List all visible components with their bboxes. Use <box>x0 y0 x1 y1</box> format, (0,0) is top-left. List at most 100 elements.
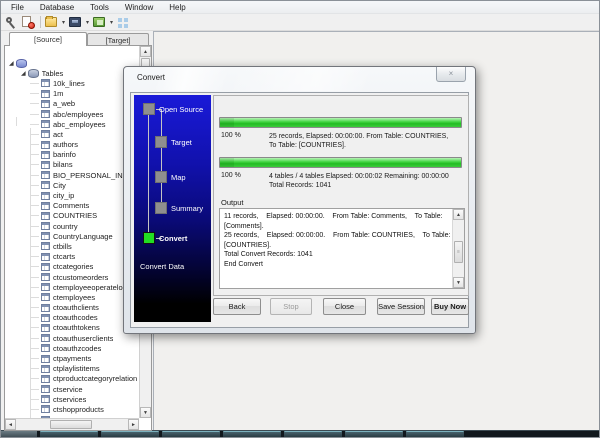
tree-item[interactable]: authors <box>5 140 139 150</box>
tree-item[interactable]: ctpayments <box>5 353 139 363</box>
wizard-panel: Open Source Target Map Summary Convert C… <box>134 95 211 322</box>
tree-item[interactable]: ctcarts <box>5 252 139 262</box>
tree-item[interactable]: CountryLanguage <box>5 231 139 241</box>
table-icon <box>41 140 50 149</box>
tree-item[interactable]: City <box>5 180 139 190</box>
tree-item[interactable]: ctoauthtokens <box>5 323 139 333</box>
menu-item[interactable]: Help <box>161 2 193 13</box>
dialog-title: Convert <box>137 73 166 82</box>
tree-item[interactable]: ctcustomeorders <box>5 272 139 282</box>
tree-node-tables[interactable]: ◢ Tables <box>5 68 139 78</box>
database-icon <box>15 58 27 68</box>
taskbar-window-button[interactable] <box>406 431 464 437</box>
taskbar-start-area[interactable] <box>1 431 37 437</box>
tree-item[interactable]: ctemployeeoperatelog <box>5 282 139 292</box>
taskbar-window-button[interactable] <box>345 431 403 437</box>
tree-item[interactable]: ctoauthzcodes <box>5 343 139 353</box>
tree-item-label: CountryLanguage <box>53 231 113 241</box>
wizard-step-marker <box>155 136 167 148</box>
table-icon <box>41 283 50 292</box>
tree-item[interactable]: abc_employees <box>5 119 139 129</box>
tree-horizontal-scrollbar[interactable]: ◄ ► <box>5 418 139 430</box>
output-scrollbar[interactable]: ▲ ▼ ≡ <box>452 209 464 288</box>
dropdown-arrow-icon[interactable]: ▾ <box>62 19 65 26</box>
table-icon <box>41 110 50 119</box>
taskbar-window-button[interactable] <box>223 431 281 437</box>
tree-item[interactable]: ctoauthuserclients <box>5 333 139 343</box>
tree-item[interactable]: abc/employees <box>5 109 139 119</box>
buy-now-button[interactable]: Buy Now <box>431 298 469 315</box>
panel-tabs: [Target] [Source] <box>7 32 153 46</box>
tree-guide-stub <box>30 123 39 125</box>
scrollbar-thumb[interactable] <box>50 420 92 429</box>
dropdown-arrow-icon[interactable]: ▾ <box>110 19 113 26</box>
tree-item-label: a_web <box>53 99 76 109</box>
table-icon <box>41 262 50 271</box>
scrollbar-thumb[interactable]: ≡ <box>454 241 463 263</box>
disconnect-icon[interactable] <box>21 15 35 29</box>
tree-item[interactable]: ctoauthclients <box>5 303 139 313</box>
table-icon <box>41 293 50 302</box>
scroll-up-button[interactable]: ▲ <box>453 209 464 220</box>
taskbar-window-button[interactable] <box>162 431 220 437</box>
back-button[interactable]: Back <box>213 298 261 315</box>
tree-item-label: Comments <box>53 201 90 211</box>
tree-item[interactable]: 1m <box>5 89 139 99</box>
scroll-down-button[interactable]: ▼ <box>140 407 151 418</box>
tree-guide-stub <box>30 337 39 339</box>
tree-item[interactable]: act <box>5 129 139 139</box>
tree-guide-stub <box>30 266 39 268</box>
tree-item[interactable]: COUNTRIES <box>5 211 139 221</box>
export-icon[interactable] <box>93 16 107 29</box>
taskbar-window-button[interactable] <box>40 431 98 437</box>
expander-icon[interactable]: ◢ <box>9 60 14 67</box>
tree-guide-stub <box>30 195 39 197</box>
tree-root-connection[interactable]: ◢ <box>5 58 139 68</box>
tree-item[interactable]: bilans <box>5 160 139 170</box>
tree-item-label: authors <box>53 140 79 150</box>
taskbar-window-button[interactable] <box>101 431 159 437</box>
expander-icon[interactable]: ◢ <box>21 70 26 77</box>
tree-item[interactable]: a_web <box>5 99 139 109</box>
tree-item[interactable]: country <box>5 221 139 231</box>
dropdown-arrow-icon[interactable]: ▾ <box>86 19 89 26</box>
menu-item[interactable]: Window <box>117 2 161 13</box>
tree-item[interactable]: BIO_PERSONAL_INF <box>5 170 139 180</box>
new-session-icon[interactable] <box>45 15 59 29</box>
output-label: Output <box>221 198 244 207</box>
tree-item[interactable]: ctshopproducts <box>5 404 139 414</box>
tree-item[interactable]: ctservice <box>5 384 139 394</box>
tree-item[interactable]: ctcategories <box>5 262 139 272</box>
tree-item[interactable]: ctoauthcodes <box>5 313 139 323</box>
table-icon <box>41 222 50 231</box>
scroll-right-button[interactable]: ► <box>128 419 139 430</box>
scroll-left-button[interactable]: ◄ <box>5 419 16 430</box>
taskbar-window-button[interactable] <box>284 431 342 437</box>
tree-item-label: act <box>53 129 64 139</box>
tree-item[interactable]: ctplaylistitems <box>5 364 139 374</box>
table-icon <box>41 211 50 220</box>
table-icon <box>41 201 50 210</box>
menu-item[interactable]: File <box>3 2 32 13</box>
tree-item[interactable]: Comments <box>5 201 139 211</box>
table-icon <box>41 191 50 200</box>
tree-item[interactable]: barinfo <box>5 150 139 160</box>
tree-item[interactable]: 10k_lines <box>5 78 139 88</box>
menu-item[interactable]: Database <box>32 2 82 13</box>
scroll-down-button[interactable]: ▼ <box>453 277 464 288</box>
tree-item[interactable]: ctproductcategoryrelation <box>5 374 139 384</box>
tree-item[interactable]: ctservices <box>5 394 139 404</box>
scroll-up-button[interactable]: ▲ <box>140 46 151 57</box>
monitor-icon[interactable] <box>69 16 83 29</box>
close-button[interactable]: Close <box>323 298 366 315</box>
tree-item[interactable]: ctemployees <box>5 292 139 302</box>
key-icon[interactable] <box>4 16 18 29</box>
menu-item[interactable]: Tools <box>82 2 117 13</box>
dialog-close-button[interactable]: × <box>436 67 466 82</box>
tree-item[interactable]: ctbills <box>5 241 139 251</box>
tree-item[interactable]: city_ip <box>5 190 139 200</box>
tab-source[interactable]: [Source] <box>9 32 87 46</box>
table-icon <box>41 385 50 394</box>
tree-item-label: ctcarts <box>53 252 76 262</box>
save-session-button[interactable]: Save Session <box>377 298 425 315</box>
